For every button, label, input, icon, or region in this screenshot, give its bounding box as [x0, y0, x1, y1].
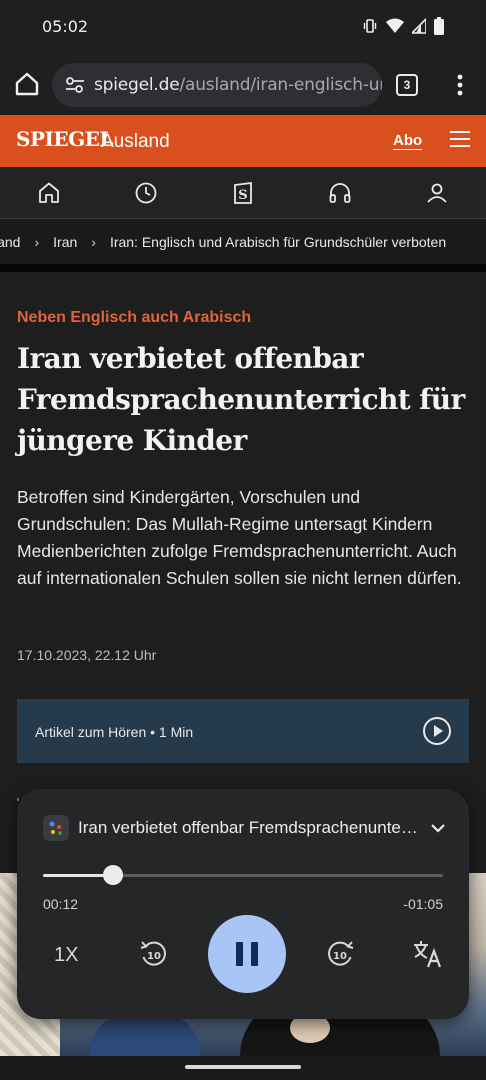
playback-speed-button[interactable]: 1X [54, 944, 78, 967]
home-icon[interactable] [36, 180, 62, 206]
abo-link[interactable]: Abo [393, 132, 422, 149]
chevron-right-icon: › [91, 234, 96, 250]
breadcrumb-item-current: Iran: Englisch und Arabisch für Grundsch… [109, 234, 447, 250]
assistant-app-icon [43, 815, 69, 841]
seek-thumb[interactable] [103, 865, 123, 885]
chevron-down-icon[interactable] [429, 819, 447, 837]
browser-toolbar: spiegel.de/ausland/iran-englisch-und 3 [0, 55, 486, 115]
address-bar[interactable]: spiegel.de/ausland/iran-englisch-und [52, 63, 382, 107]
pause-button[interactable] [208, 915, 286, 993]
elapsed-time: 00:12 [43, 896, 79, 912]
gesture-bar [0, 1056, 486, 1080]
status-bar: 05:02 [0, 0, 486, 55]
divider [0, 264, 486, 272]
spiegel-plus-icon[interactable]: S [230, 180, 256, 206]
url-host: spiegel.de [94, 75, 180, 95]
site-header: SPIEGEL Ausland Abo [0, 115, 486, 167]
url-path: /ausland/iran-englisch-und [179, 75, 382, 95]
media-player: Iran verbietet offenbar Fremdsprachenunt… [17, 789, 469, 1019]
rewind-10-icon[interactable]: 10 [137, 937, 171, 971]
svg-text:S: S [238, 188, 247, 203]
pause-icon [236, 942, 243, 966]
divider [17, 798, 19, 801]
forward-10-icon[interactable]: 10 [323, 937, 357, 971]
overflow-menu-icon[interactable] [452, 71, 468, 99]
article-date: 17.10.2023, 22.12 Uhr [17, 647, 157, 663]
rewind-seconds: 10 [147, 951, 161, 962]
site-settings-icon[interactable] [64, 74, 86, 96]
wifi-icon [386, 18, 404, 33]
home-icon[interactable] [12, 69, 42, 99]
section-title[interactable]: Ausland [101, 131, 170, 153]
chevron-right-icon: › [34, 234, 40, 250]
vibrate-icon [363, 19, 377, 33]
play-icon[interactable] [423, 717, 451, 745]
breadcrumb: land › Iran › Iran: Englisch und Arabisc… [0, 220, 486, 264]
remaining-time: -01:05 [403, 896, 443, 912]
signal-icon [412, 18, 426, 34]
status-icons [362, 17, 444, 35]
listen-article-box[interactable]: Artikel zum Hören • 1 Min [17, 699, 469, 763]
account-icon[interactable] [424, 180, 450, 206]
forward-seconds: 10 [333, 951, 347, 962]
home-gesture-handle[interactable] [185, 1065, 301, 1069]
url-text: spiegel.de/ausland/iran-englisch-und [94, 75, 382, 95]
site-logo[interactable]: SPIEGEL [16, 127, 113, 151]
breadcrumb-item-ausland[interactable]: land [0, 234, 20, 250]
player-title: Iran verbietet offenbar Fremdsprachenunt… [78, 818, 418, 837]
translate-icon[interactable] [411, 937, 445, 971]
headphones-icon[interactable] [327, 180, 353, 206]
tab-switcher-button[interactable]: 3 [396, 74, 418, 96]
listen-article-label: Artikel zum Hören • 1 Min [35, 724, 194, 740]
article-kicker: Neben Englisch auch Arabisch [17, 309, 252, 326]
clock-icon[interactable] [133, 180, 159, 206]
battery-icon [434, 17, 444, 35]
status-time: 05:02 [42, 17, 89, 36]
breadcrumb-item-iran[interactable]: Iran [53, 234, 77, 250]
hamburger-menu-icon[interactable] [450, 131, 470, 149]
article-headline: Iran verbietet offenbar Fremdsprachenunt… [17, 342, 465, 457]
site-nav: S [0, 167, 486, 219]
article-lead: Betroffen sind Kindergärten, Vorschulen … [17, 487, 462, 588]
